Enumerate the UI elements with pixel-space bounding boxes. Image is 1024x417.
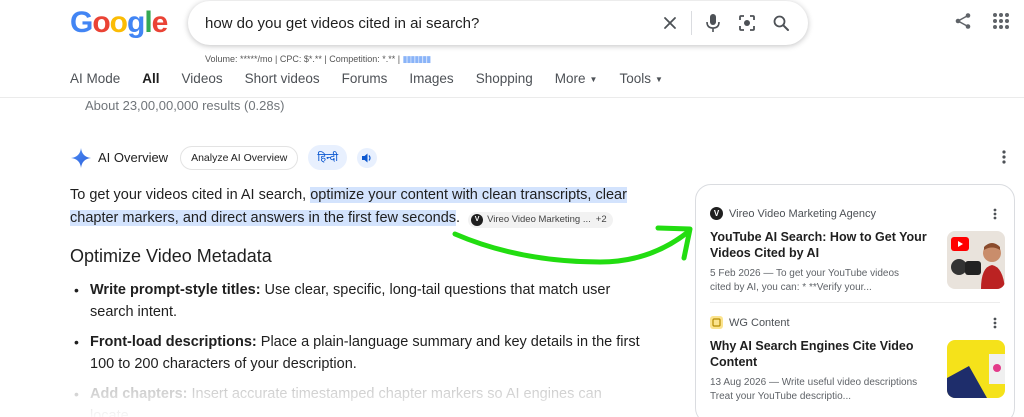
tab-tools[interactable]: Tools ▼ <box>619 71 662 86</box>
google-logo[interactable]: Google <box>70 6 169 40</box>
search-divider <box>691 11 692 35</box>
share-icon[interactable] <box>954 12 972 35</box>
lens-icon[interactable] <box>730 6 764 40</box>
tab-label: All <box>142 71 160 86</box>
trend-bars-icon: ▮▮▮▮▮▮▮ <box>402 54 432 64</box>
logo-letter: o <box>92 6 110 39</box>
tab-more[interactable]: More ▼ <box>555 71 598 86</box>
ai-overview-summary: To get your videos cited in AI search, o… <box>70 184 670 230</box>
logo-letter: G <box>70 6 93 39</box>
tab-shopping[interactable]: Shopping <box>476 71 533 86</box>
source-site-name: WG Content <box>729 316 790 329</box>
section-heading: Optimize Video Metadata <box>70 246 272 266</box>
source-site: WG Content <box>710 316 1005 329</box>
search-input[interactable]: how do you get videos cited in ai search… <box>205 15 653 32</box>
source-card-wg[interactable]: WG Content Why AI Search Engines Cite Vi… <box>710 316 1005 404</box>
sources-panel: V Vireo Video Marketing Agency YouTube A… <box>695 184 1015 417</box>
tip-title: Front-load descriptions: <box>90 334 257 350</box>
tip-item: Write prompt-style titles: Use clear, sp… <box>72 279 642 323</box>
logo-letter: g <box>127 6 145 39</box>
source-thumbnail[interactable] <box>947 340 1005 398</box>
source-site-name: Vireo Video Marketing Agency <box>729 207 876 220</box>
header-actions <box>954 12 1010 35</box>
wg-favicon-icon <box>710 316 723 329</box>
search-icon[interactable] <box>764 6 798 40</box>
ai-overview-more-icon[interactable] <box>1002 150 1006 169</box>
tab-label: Videos <box>181 71 223 86</box>
source-thumbnail[interactable] <box>947 231 1005 289</box>
seo-metrics-text: Volume: *****/mo | CPC: $*.** | Competit… <box>205 54 401 64</box>
caret-down-icon: ▼ <box>654 74 663 84</box>
caret-down-icon: ▼ <box>589 74 598 84</box>
hindi-language-button[interactable]: हिन्दी <box>308 145 348 170</box>
source-title[interactable]: Why AI Search Engines Cite Video Content <box>710 338 930 370</box>
logo-letter: l <box>144 6 152 39</box>
logo-letter: o <box>109 6 128 39</box>
ai-sparkle-icon <box>71 147 91 168</box>
source-title[interactable]: YouTube AI Search: How to Get Your Video… <box>710 229 930 261</box>
logo-letter: e <box>151 6 169 39</box>
citation-chip-more: +2 <box>595 214 607 225</box>
ai-overview-title: AI Overview <box>98 150 169 165</box>
tab-label: Short videos <box>244 71 320 86</box>
results-count: About 23,00,00,000 results (0.28s) <box>85 98 285 113</box>
analyze-ai-overview-button[interactable]: Analyze AI Overview <box>180 145 299 170</box>
source-more-icon[interactable] <box>993 316 997 334</box>
source-card-vireo[interactable]: V Vireo Video Marketing Agency YouTube A… <box>710 207 1005 295</box>
vireo-favicon-icon: V <box>710 207 723 220</box>
tab-label: Shopping <box>475 71 533 86</box>
tab-label: Images <box>409 71 454 86</box>
tip-title: Write prompt-style titles: <box>90 282 261 298</box>
source-snippet: 13 Aug 2026 — Write useful video descrip… <box>710 377 918 402</box>
fade-overlay <box>60 378 660 417</box>
summary-plain-text: To get your videos cited in AI search, <box>70 187 311 203</box>
source-snippet: 5 Feb 2026 — To get your YouTube videos … <box>710 268 900 293</box>
source-site: V Vireo Video Marketing Agency <box>710 207 1005 220</box>
tab-short-videos[interactable]: Short videos <box>245 71 320 86</box>
vireo-badge-icon: V <box>471 213 484 226</box>
clear-icon[interactable] <box>653 6 687 40</box>
tab-forums[interactable]: Forums <box>342 71 388 86</box>
search-tabs: AI Mode All Videos Short videos Forums Images… <box>70 71 685 86</box>
tab-ai-mode[interactable]: AI Mode <box>70 71 120 86</box>
ai-overview-header: AI Overview Analyze AI Overview हिन्दी <box>70 145 378 170</box>
tab-label: AI Mode <box>70 71 121 86</box>
sources-divider <box>710 302 1000 303</box>
citation-chip[interactable]: V Vireo Video Marketing ... +2 <box>468 211 613 228</box>
listen-speaker-icon[interactable] <box>357 147 378 168</box>
apps-grid-icon[interactable] <box>992 12 1010 35</box>
mic-icon[interactable] <box>696 6 730 40</box>
citation-chip-label: Vireo Video Marketing ... <box>487 214 591 225</box>
tab-videos[interactable]: Videos <box>182 71 223 86</box>
source-more-icon[interactable] <box>993 207 997 225</box>
tab-label: Forums <box>341 71 388 86</box>
search-box[interactable]: how do you get videos cited in ai search… <box>188 1 808 45</box>
tab-label: Tools <box>619 71 651 86</box>
tab-images[interactable]: Images <box>409 71 453 86</box>
tab-all[interactable]: All <box>142 71 159 86</box>
tab-label: More <box>554 71 586 86</box>
seo-metrics-line: Volume: *****/mo | CPC: $*.** | Competit… <box>205 54 432 65</box>
summary-end-text: . <box>456 210 461 226</box>
tip-item: Front-load descriptions: Place a plain-l… <box>72 331 642 375</box>
